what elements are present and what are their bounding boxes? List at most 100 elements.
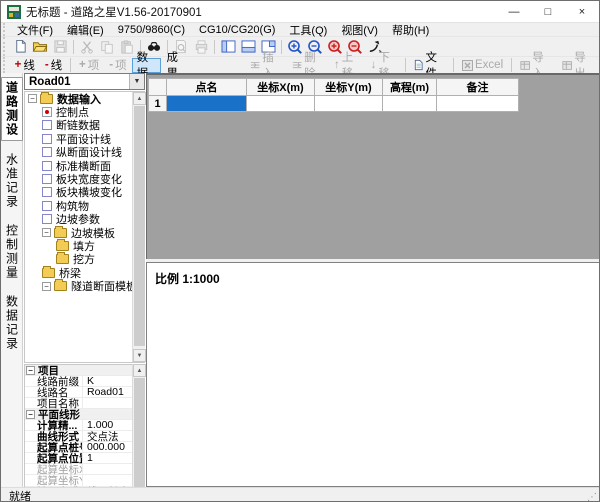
main-toolbar xyxy=(1,37,599,57)
tree-item-tunnel-section-template[interactable]: −隧道断面模板 xyxy=(25,279,144,292)
insert-row-button[interactable]: 插入 xyxy=(245,58,287,73)
cell-coord-x[interactable] xyxy=(247,96,315,112)
move-up-button[interactable]: ↑上移 xyxy=(329,58,366,73)
data-table-panel: 点名 坐标X(m) 坐标Y(m) 高程(m) 备注 1 xyxy=(146,73,600,259)
folder-icon xyxy=(42,268,55,278)
menu-edit[interactable]: 编辑(E) xyxy=(60,23,111,36)
new-file-icon[interactable] xyxy=(10,38,30,56)
cell-remark[interactable] xyxy=(437,96,519,112)
add-line-button[interactable]: +线 xyxy=(10,58,40,73)
menu-tools[interactable]: 工具(Q) xyxy=(282,23,334,36)
cell-point-name-selected[interactable] xyxy=(167,96,247,112)
paste-icon[interactable] xyxy=(117,38,137,56)
folder-icon xyxy=(56,241,69,251)
tab-road-survey[interactable]: 道路测设 xyxy=(1,77,23,141)
module-tab-strip: 道路测设 水准记录 控制测量 数据记录 xyxy=(1,73,23,487)
table-corner-cell xyxy=(149,79,167,96)
toolbar-separator xyxy=(70,58,71,72)
table-row: 1 xyxy=(149,96,519,112)
tree-item-cut[interactable]: 挖方 xyxy=(25,253,144,266)
status-bar: 就绪 ⋰ xyxy=(1,487,599,502)
move-down-button[interactable]: ↓下移 xyxy=(366,58,403,73)
maximize-button[interactable]: □ xyxy=(531,1,565,22)
toolbar-separator xyxy=(453,58,454,72)
cut-icon[interactable] xyxy=(77,38,97,56)
remove-line-button[interactable]: -线 xyxy=(40,58,67,73)
layout-left-icon[interactable] xyxy=(218,38,238,56)
property-grid-scrollbar[interactable]: ▲ ▼ xyxy=(132,364,145,502)
save-file-icon[interactable] xyxy=(50,38,70,56)
road-selector[interactable]: Road01 ▼ xyxy=(24,73,145,90)
layout-bottom-icon[interactable] xyxy=(238,38,258,56)
node-icon xyxy=(42,134,52,144)
column-header-point-name[interactable]: 点名 xyxy=(167,79,247,96)
app-window: 无标题 - 道路之星V1.56-20170901 — □ × 文件(F) 编辑(… xyxy=(0,0,600,502)
copy-icon[interactable] xyxy=(97,38,117,56)
tab-data-record[interactable]: 数据记录 xyxy=(2,292,22,354)
menu-view[interactable]: 视图(V) xyxy=(334,23,385,36)
delete-row-button[interactable]: 删除 xyxy=(287,58,329,73)
column-header-elevation[interactable]: 高程(m) xyxy=(383,79,437,96)
menu-file[interactable]: 文件(F) xyxy=(10,23,60,36)
tree-scrollbar[interactable]: ▲ ▼ xyxy=(132,92,145,362)
status-text: 就绪 xyxy=(1,488,31,502)
collapse-icon[interactable]: − xyxy=(28,94,37,103)
tab-level-record[interactable]: 水准记录 xyxy=(2,150,22,212)
road-selector-value: Road01 xyxy=(25,76,129,88)
folder-icon xyxy=(54,228,67,238)
toolbar-grip xyxy=(3,37,8,56)
data-input-tree: −数据输入 控制点 断链数据 平面设计线 纵断面设计线 标准横断面 板块宽度变化… xyxy=(24,91,145,363)
node-icon xyxy=(42,120,52,130)
export-button[interactable]: 导出 xyxy=(557,58,599,73)
results-view-button[interactable]: 成果 xyxy=(161,58,191,73)
tab-control-survey[interactable]: 控制测量 xyxy=(2,221,22,283)
folder-icon xyxy=(56,254,69,264)
scroll-up-icon[interactable]: ▲ xyxy=(133,92,146,105)
collapse-icon[interactable]: − xyxy=(42,282,51,291)
cell-coord-y[interactable] xyxy=(315,96,383,112)
scale-label: 比例 1:1000 xyxy=(147,263,600,287)
add-item-button[interactable]: +项 xyxy=(74,58,104,73)
window-title: 无标题 - 道路之星V1.56-20170901 xyxy=(26,4,202,20)
column-header-remark[interactable]: 备注 xyxy=(437,79,519,96)
title-bar: 无标题 - 道路之星V1.56-20170901 — □ × xyxy=(1,1,599,23)
data-view-button[interactable]: 数据 xyxy=(132,58,162,73)
resize-grip-icon[interactable]: ⋰ xyxy=(587,492,597,502)
menu-help[interactable]: 帮助(H) xyxy=(385,23,436,36)
zoom-in-icon[interactable] xyxy=(285,38,305,56)
column-header-coord-y[interactable]: 坐标Y(m) xyxy=(315,79,383,96)
node-icon xyxy=(42,161,52,171)
remove-item-button[interactable]: -项 xyxy=(104,58,131,73)
control-points-table: 点名 坐标X(m) 坐标Y(m) 高程(m) 备注 1 xyxy=(148,78,519,112)
toolbar-separator xyxy=(214,40,215,54)
column-header-coord-x[interactable]: 坐标X(m) xyxy=(247,79,315,96)
plan-view-canvas[interactable]: 比例 1:1000 xyxy=(146,262,600,487)
close-button[interactable]: × xyxy=(565,1,599,22)
cell-elevation[interactable] xyxy=(383,96,437,112)
scroll-thumb[interactable] xyxy=(134,106,145,346)
toolbar-separator xyxy=(73,40,74,54)
scroll-down-icon[interactable]: ▼ xyxy=(133,349,146,362)
print-icon[interactable] xyxy=(191,38,211,56)
selected-node-icon xyxy=(42,107,52,117)
import-button[interactable]: 导入 xyxy=(515,58,557,73)
row-header[interactable]: 1 xyxy=(149,96,167,112)
chevron-down-icon[interactable]: ▼ xyxy=(129,74,144,89)
minimize-button[interactable]: — xyxy=(497,1,531,22)
scroll-up-icon[interactable]: ▲ xyxy=(133,364,146,377)
property-grid: −项目 线路前缀K 线路名Road01 项目名称 −平面线形 计算精...1.0… xyxy=(24,364,145,502)
excel-button[interactable]: Excel xyxy=(457,58,508,73)
menu-cg10-cg20[interactable]: CG10/CG20(G) xyxy=(192,23,282,36)
collapse-icon[interactable]: − xyxy=(42,228,51,237)
open-file-icon[interactable] xyxy=(30,38,50,56)
app-icon xyxy=(7,5,21,19)
node-icon xyxy=(42,147,52,157)
node-icon xyxy=(42,201,52,211)
menu-9750-9860[interactable]: 9750/9860(C) xyxy=(111,23,192,36)
node-icon xyxy=(42,214,52,224)
file-button[interactable]: 文件 xyxy=(409,58,450,73)
edit-toolbar: +线 -线 +项 -项 数据 成果 插入 删除 ↑上移 ↓下移 文件 Excel… xyxy=(1,57,599,73)
node-icon xyxy=(42,174,52,184)
scroll-thumb[interactable] xyxy=(134,378,145,502)
toolbar-separator xyxy=(405,58,406,72)
